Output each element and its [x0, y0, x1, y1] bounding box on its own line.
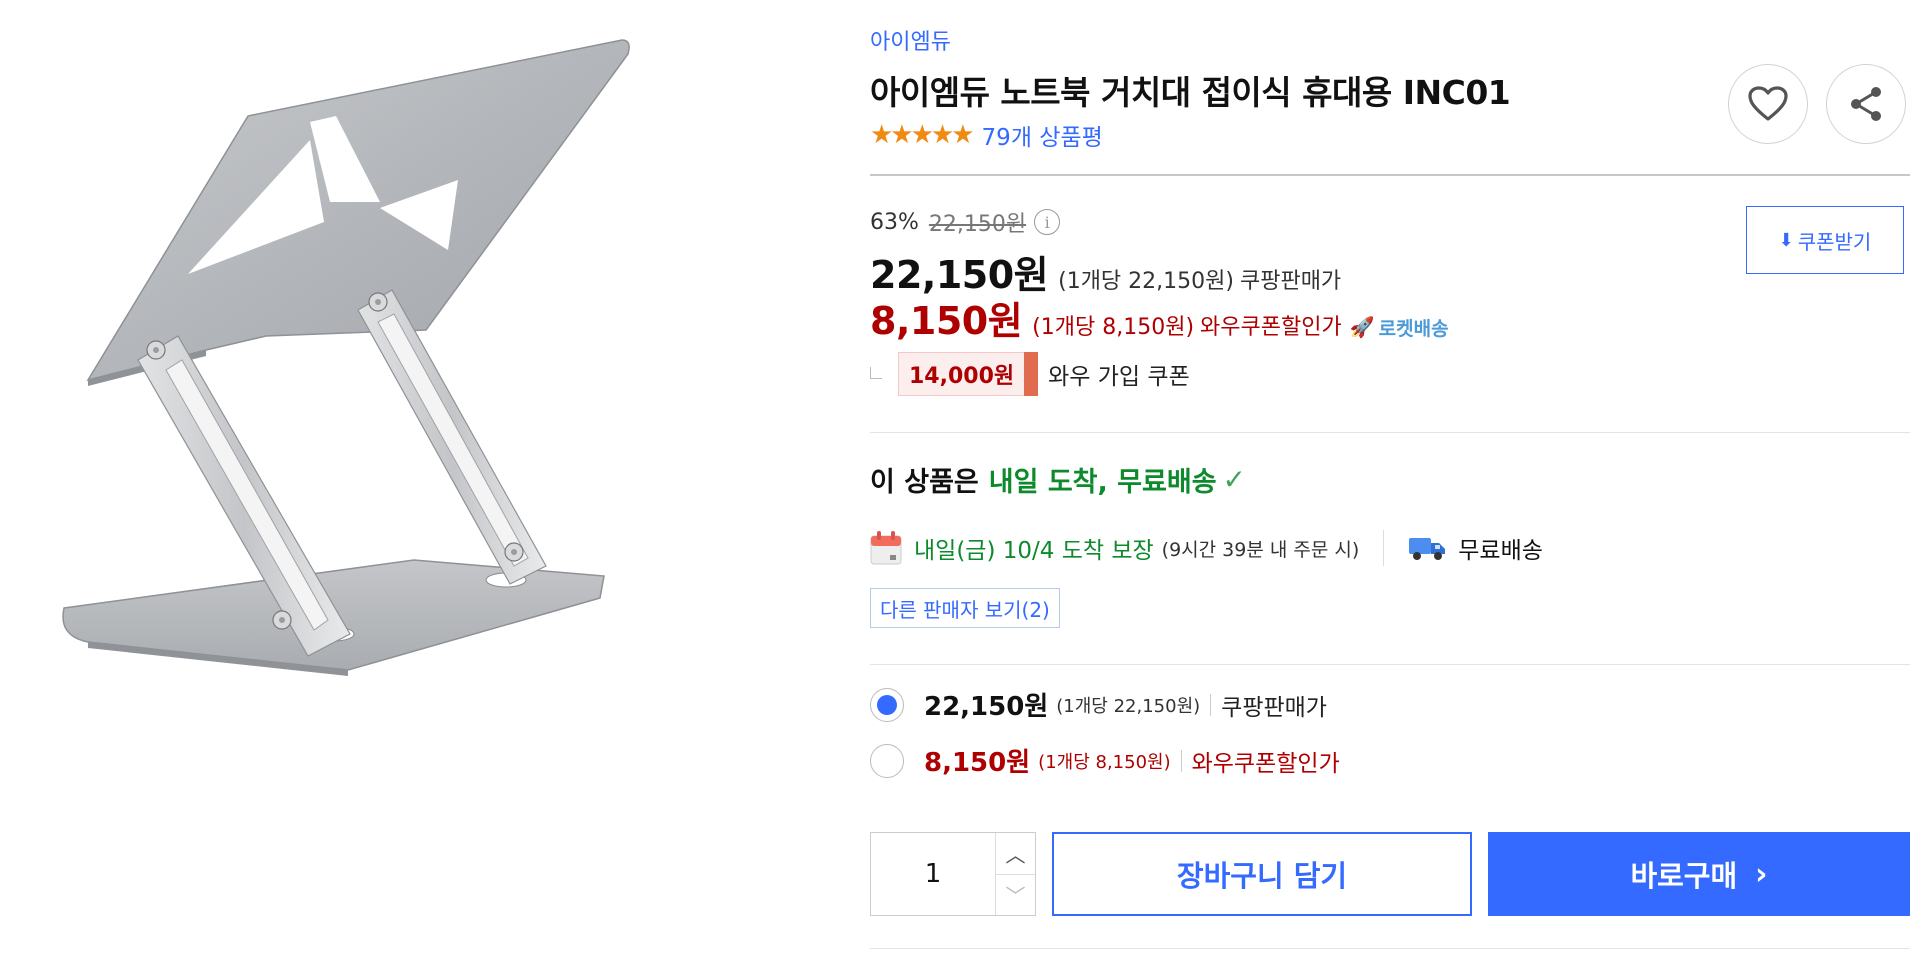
- coupon-tab: [1024, 352, 1039, 396]
- arrival-headline-highlight: 내일 도착, 무료배송: [988, 467, 1217, 498]
- corner-line: [870, 367, 882, 379]
- price-option-regular[interactable]: 22,150원 (1개당 22,150원) 쿠팡판매가: [870, 686, 1327, 723]
- quantity-stepper: ︿ ﹀: [870, 832, 1036, 916]
- star-rating: ★★★★★: [870, 120, 975, 150]
- product-info-panel: 아이엠듀 아이엠듀 노트북 거치대 접이식 휴대용 INC01 ★★★★★ 79…: [870, 0, 1910, 978]
- share-button[interactable]: [1826, 64, 1906, 144]
- original-price: 22,150원: [928, 212, 1027, 237]
- wishlist-button[interactable]: [1728, 64, 1808, 144]
- delivery-info-row: 내일(금) 10/4 도착 보장 (9시간 39분 내 주문 시) 무료배송: [870, 530, 1543, 566]
- quantity-input[interactable]: [871, 833, 995, 915]
- share-icon: [1851, 87, 1881, 121]
- wow-coupon-amount: 14,000원: [898, 352, 1025, 396]
- buy-now-button[interactable]: 바로구매 ›: [1488, 832, 1910, 916]
- rating-summary[interactable]: ★★★★★ 79개 상품평: [870, 118, 1103, 152]
- heart-icon: [1748, 86, 1788, 121]
- arrival-date: 내일(금) 10/4 도착 보장: [914, 538, 1154, 564]
- check-icon: ✓: [1222, 463, 1247, 496]
- separator: [1180, 749, 1182, 772]
- divider: [870, 664, 1910, 665]
- product-image: [62, 39, 630, 676]
- rocket-delivery-badge: 🚀 로켓배송: [1350, 314, 1449, 341]
- wow-unit-price: (1개당 8,150원): [1032, 315, 1195, 340]
- radio-dot: [877, 694, 897, 715]
- option-label: 쿠팡판매가: [1221, 694, 1327, 721]
- download-icon: ⬇: [1778, 229, 1794, 251]
- other-sellers-button[interactable]: 다른 판매자 보기(2): [870, 588, 1060, 628]
- wow-price-row: 8,150원 (1개당 8,150원) 와우쿠폰할인가 🚀 로켓배송: [870, 290, 1449, 345]
- calendar-icon: [870, 531, 902, 565]
- rocket-delivery-label: 로켓배송: [1378, 317, 1449, 340]
- arrival-headline-prefix: 이 상품은: [870, 467, 979, 498]
- option-label: 와우쿠폰할인가: [1191, 750, 1340, 777]
- buy-now-label: 바로구매: [1630, 859, 1738, 893]
- chevron-right-icon: ›: [1755, 856, 1768, 892]
- price-option-wow[interactable]: 8,150원 (1개당 8,150원) 와우쿠폰할인가: [870, 742, 1340, 779]
- option-unit-price: (1개당 8,150원): [1038, 751, 1171, 773]
- divider: [870, 948, 1910, 949]
- coupon-download-button[interactable]: ⬇ 쿠폰받기: [1746, 206, 1904, 274]
- wow-price: 8,150원: [870, 299, 1023, 343]
- radio-unselected[interactable]: [870, 743, 904, 778]
- divider: [870, 432, 1910, 433]
- truck-icon: [1409, 538, 1446, 560]
- arrival-headline: 이 상품은 내일 도착, 무료배송 ✓: [870, 460, 1246, 499]
- free-shipping-label: 무료배송: [1458, 538, 1543, 564]
- wow-coupon-text: 와우 가입 쿠폰: [1048, 364, 1190, 390]
- option-price: 22,150원: [924, 692, 1049, 722]
- rocket-icon: 🚀: [1349, 315, 1375, 339]
- coupon-download-label: 쿠폰받기: [1797, 229, 1872, 254]
- chevron-up-icon[interactable]: ︿: [996, 833, 1035, 875]
- order-deadline-note: (9시간 39분 내 주문 시): [1161, 538, 1360, 561]
- info-icon[interactable]: i: [1034, 209, 1061, 235]
- add-to-cart-button[interactable]: 장바구니 담기: [1052, 832, 1472, 916]
- discount-row: 63% 22,150원 i: [870, 206, 1061, 238]
- quantity-steppers: ︿ ﹀: [995, 833, 1035, 915]
- chevron-down-icon[interactable]: ﹀: [996, 875, 1035, 916]
- wow-coupon-badge[interactable]: 14,000원: [898, 352, 1039, 396]
- wow-price-label: 와우쿠폰할인가: [1200, 315, 1342, 340]
- divider: [870, 174, 1910, 176]
- separator: [1210, 693, 1212, 716]
- product-title: 아이엠듀 노트북 거치대 접이식 휴대용 INC01: [870, 73, 1511, 112]
- wow-coupon-row: 14,000원 와우 가입 쿠폰: [870, 352, 1190, 396]
- separator: [1383, 530, 1385, 566]
- discount-rate: 63%: [870, 209, 919, 235]
- review-count-link[interactable]: 79개 상품평: [982, 118, 1103, 152]
- option-price: 8,150원: [924, 748, 1031, 778]
- brand-link[interactable]: 아이엠듀: [870, 24, 951, 56]
- radio-selected[interactable]: [870, 687, 904, 722]
- option-unit-price: (1개당 22,150원): [1056, 695, 1201, 717]
